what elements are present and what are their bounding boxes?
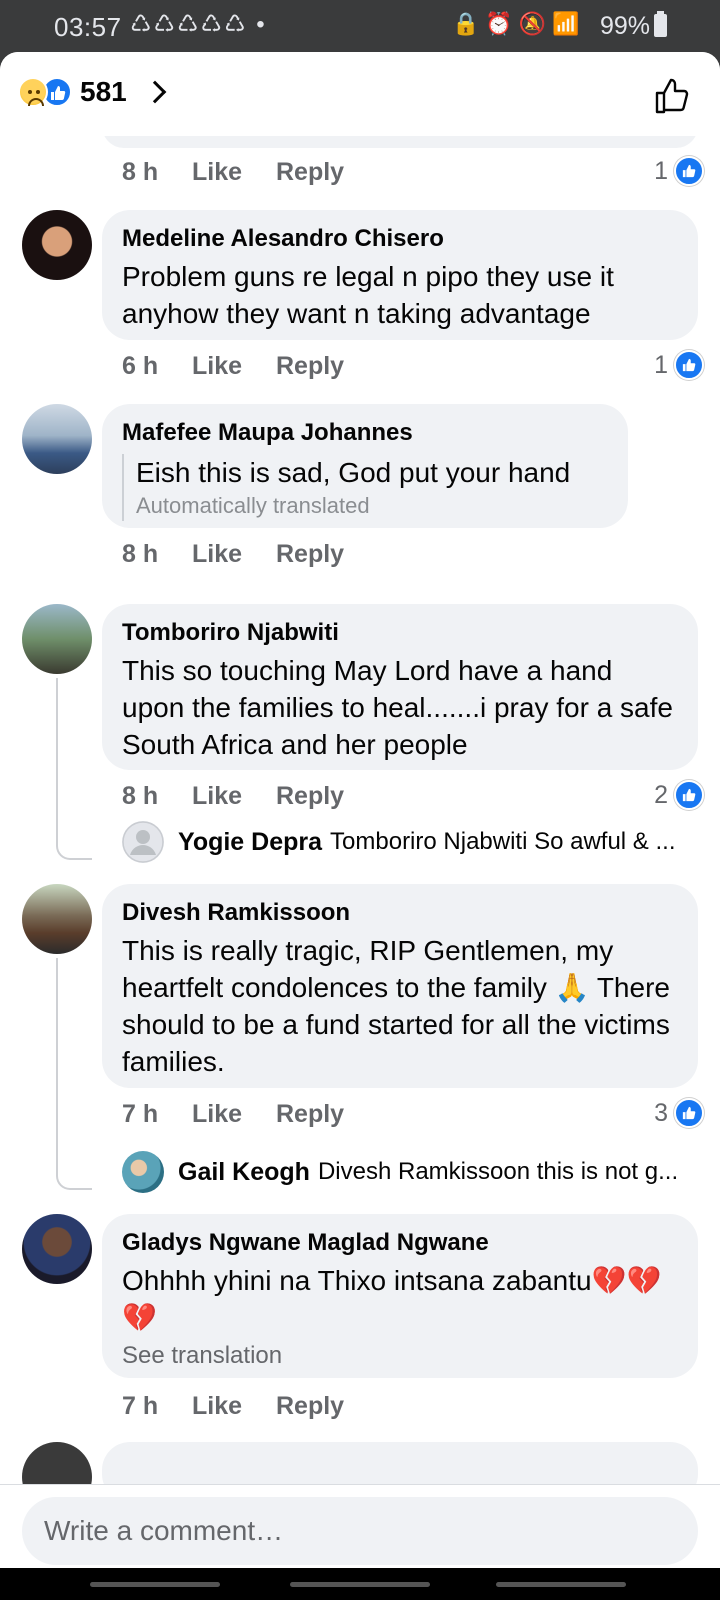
comment-meta: 7 h Like Reply: [122, 1388, 344, 1424]
thread-line: [56, 958, 92, 1190]
comment-text: Ohhhh yhini na Thixo intsana zabantu💔💔💔: [122, 1265, 662, 1333]
reply-author[interactable]: Yogie Depra: [178, 828, 322, 857]
like-badge-icon: [674, 780, 704, 810]
system-status-icons: 🔒⏰🔕📶: [452, 11, 586, 36]
like-action[interactable]: Like: [192, 782, 276, 811]
comment-meta: 7 h Like Reply: [122, 1096, 344, 1132]
comment-like-count[interactable]: 3: [654, 1098, 704, 1128]
comment-meta: 8 h Like Reply: [122, 154, 344, 190]
comment-author[interactable]: Tomboriro Njabwiti: [122, 618, 678, 648]
reply-author[interactable]: Gail Keogh: [178, 1158, 310, 1187]
sad-reaction-icon: [18, 77, 48, 107]
like-action[interactable]: Like: [192, 1392, 276, 1421]
reply-preview[interactable]: Gail Keogh Divesh Ramkissoon this is not…: [122, 1150, 700, 1194]
comment-like-count[interactable]: 1: [654, 350, 704, 380]
avatar[interactable]: [22, 404, 92, 474]
reply-action[interactable]: Reply: [276, 352, 344, 381]
like-button-icon[interactable]: [652, 76, 692, 116]
comments-sheet[interactable]: 581 8 h Like Reply 1 Medeline Alesandro …: [0, 52, 720, 1600]
avatar[interactable]: [22, 604, 92, 674]
like-badge-icon: [674, 1098, 704, 1128]
reactions-header: 581: [0, 52, 720, 136]
nav-recents-button[interactable]: [90, 1582, 220, 1587]
nav-back-button[interactable]: [496, 1582, 626, 1587]
comment-author[interactable]: Mafefee Maupa Johannes: [122, 418, 608, 448]
comment-text: Eish this is sad, God put your hand: [136, 457, 571, 488]
comment-bubble[interactable]: Gladys Ngwane Maglad Ngwane Ohhhh yhini …: [102, 1214, 698, 1378]
reply-text: Divesh Ramkissoon this is not g...: [317, 1158, 679, 1185]
comment-text: This so touching May Lord have a hand up…: [122, 655, 673, 760]
reaction-summary[interactable]: 581: [18, 72, 167, 112]
comment-time: 7 h: [122, 1391, 159, 1420]
like-action[interactable]: Like: [192, 540, 276, 569]
reaction-count: 581: [80, 76, 127, 107]
comment-meta: 6 h Like Reply: [122, 348, 344, 384]
like-count-value: 1: [654, 350, 668, 379]
like-count-value: 3: [654, 1098, 668, 1127]
reply-text: Tomboriro Njabwiti So awful & ...: [330, 828, 676, 855]
like-action[interactable]: Like: [192, 158, 276, 187]
comment-time: 8 h: [122, 157, 159, 186]
default-avatar-icon[interactable]: [122, 821, 164, 863]
like-count-value: 2: [654, 780, 668, 809]
comment-meta: 8 h Like Reply: [122, 536, 344, 572]
chevron-right-icon[interactable]: [143, 80, 167, 104]
status-bar: 03:57 ♺♺♺♺♺ • 🔒⏰🔕📶 99%: [0, 0, 720, 52]
like-badge-icon: [674, 156, 704, 186]
comment-like-count[interactable]: 2: [654, 780, 704, 810]
like-count-value: 1: [654, 156, 668, 185]
like-action[interactable]: Like: [192, 1100, 276, 1129]
reply-action[interactable]: Reply: [276, 158, 344, 187]
comment-input[interactable]: [22, 1497, 698, 1565]
nav-home-button[interactable]: [290, 1582, 430, 1587]
comment-bubble[interactable]: Medeline Alesandro Chisero Problem guns …: [102, 210, 698, 340]
translation-note: Automatically translated: [136, 493, 370, 518]
reply-action[interactable]: Reply: [276, 782, 344, 811]
reply-preview[interactable]: Yogie Depra Tomboriro Njabwiti So awful …: [122, 820, 700, 864]
comment-text: Problem guns re legal n pipo they use it…: [122, 261, 614, 329]
avatar[interactable]: [22, 884, 92, 954]
avatar[interactable]: [22, 1214, 92, 1284]
comment-time: 8 h: [122, 781, 159, 810]
like-action[interactable]: Like: [192, 352, 276, 381]
comment-time: 8 h: [122, 539, 159, 568]
comment-bubble[interactable]: Mafefee Maupa Johannes Eish this is sad,…: [102, 404, 628, 528]
comment-time: 6 h: [122, 351, 159, 380]
like-badge-icon: [674, 350, 704, 380]
comment-bubble[interactable]: Divesh Ramkissoon This is really tragic,…: [102, 884, 698, 1088]
comment-author[interactable]: Gladys Ngwane Maglad Ngwane: [122, 1228, 678, 1258]
comment-bubble[interactable]: Tomboriro Njabwiti This so touching May …: [102, 604, 698, 770]
comment-author[interactable]: Divesh Ramkissoon: [122, 898, 678, 928]
notification-icons: ♺♺♺♺♺ •: [130, 11, 267, 38]
battery-percent: 99%: [600, 12, 651, 40]
battery-indicator: 99%: [600, 11, 668, 41]
reply-action[interactable]: Reply: [276, 1100, 344, 1129]
status-time: 03:57: [54, 12, 122, 42]
comment-author[interactable]: Medeline Alesandro Chisero: [122, 224, 678, 254]
system-nav-bar: [0, 1568, 720, 1600]
comment-like-count[interactable]: 1: [654, 156, 704, 186]
reply-action[interactable]: Reply: [276, 540, 344, 569]
reply-action[interactable]: Reply: [276, 1392, 344, 1421]
see-translation-link[interactable]: See translation: [122, 1340, 678, 1372]
comment-time: 7 h: [122, 1099, 159, 1128]
comment-meta: 8 h Like Reply: [122, 778, 344, 814]
avatar[interactable]: [122, 1151, 164, 1193]
battery-icon: [654, 11, 668, 37]
avatar[interactable]: [22, 210, 92, 280]
translated-block: Eish this is sad, God put your hand Auto…: [122, 454, 608, 521]
thread-line: [56, 678, 92, 860]
comment-text: This is really tragic, RIP Gentlemen, my…: [122, 935, 670, 1077]
